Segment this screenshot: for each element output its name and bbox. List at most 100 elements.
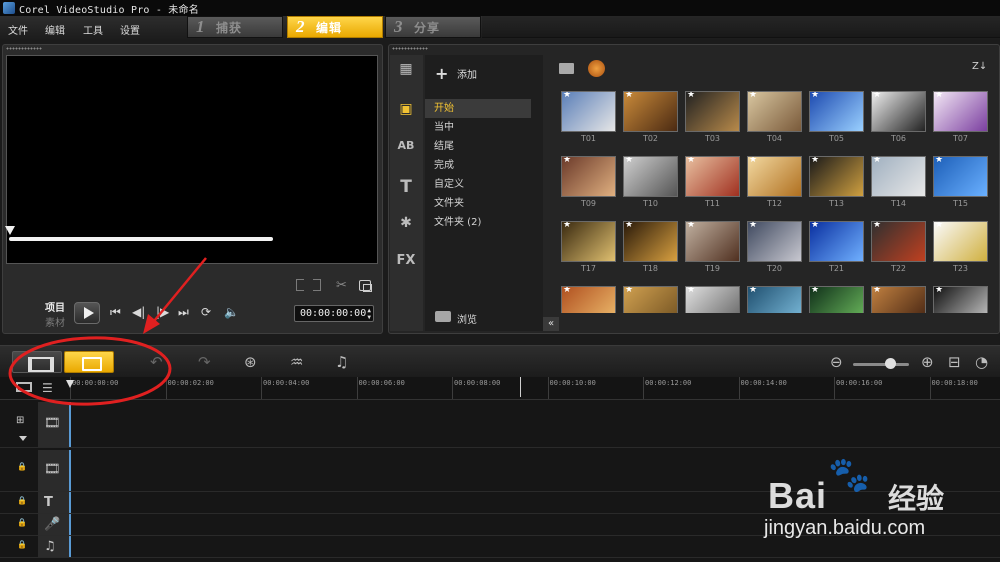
transition-thumbnail[interactable] <box>933 286 988 313</box>
folder-icon[interactable] <box>559 63 574 74</box>
timecode-field[interactable]: 00:00:00:00 ▲ ▼ <box>294 305 374 322</box>
auto-music-icon[interactable]: ♫ <box>335 353 348 371</box>
clip-mode-label[interactable]: 素材 <box>45 314 65 329</box>
scrubber-handle[interactable] <box>5 226 15 235</box>
previous-frame-icon[interactable]: ◀| <box>132 305 145 319</box>
enlarge-preview-icon[interactable] <box>359 280 372 292</box>
lock-icon[interactable]: 🔒 <box>17 496 27 505</box>
title-tab-icon[interactable]: AB <box>395 139 417 157</box>
transition-thumbnail[interactable] <box>933 91 988 132</box>
zoom-slider[interactable] <box>853 363 909 366</box>
category-item[interactable]: 文件夹 (2) <box>425 213 543 232</box>
category-item[interactable]: 结尾 <box>425 137 543 156</box>
record-capture-icon[interactable]: ⊛ <box>244 353 257 371</box>
go-to-start-icon[interactable]: ⏮ <box>110 305 121 320</box>
transition-thumbnail[interactable] <box>933 156 988 197</box>
mark-in-icon[interactable] <box>296 279 304 291</box>
ruler-position-marker[interactable] <box>66 380 74 388</box>
transition-thumbnail[interactable] <box>747 91 802 132</box>
project-mode-label[interactable]: 项目 <box>45 299 65 314</box>
browse-button[interactable]: 浏览 <box>425 305 543 329</box>
storyboard-view-button[interactable] <box>12 351 62 373</box>
media-tab-icon[interactable]: ▦ <box>395 61 417 79</box>
video-track[interactable]: 🎞 <box>0 402 1000 448</box>
transition-thumbnail[interactable] <box>561 221 616 262</box>
transition-thumbnail[interactable] <box>871 156 926 197</box>
transition-thumbnail[interactable] <box>623 156 678 197</box>
volume-icon[interactable]: 🔈 <box>224 305 239 319</box>
transition-thumbnail[interactable] <box>747 221 802 262</box>
scissors-icon[interactable]: ✂ <box>336 278 347 293</box>
category-item[interactable]: 当中 <box>425 118 543 137</box>
plus-icon[interactable]: + <box>435 64 448 83</box>
project-duration-icon[interactable]: ◔ <box>975 353 988 371</box>
transition-thumbnail[interactable] <box>871 91 926 132</box>
lock-icon[interactable]: 🔒 <box>17 462 27 471</box>
chevron-down-icon[interactable] <box>19 436 27 441</box>
transition-thumbnail[interactable] <box>685 286 740 313</box>
filter-tab-icon[interactable]: FX <box>395 253 417 271</box>
overlay-track-icon[interactable]: 🎞 <box>44 462 61 477</box>
timeline-view-button[interactable] <box>64 351 114 373</box>
transition-tab-icon[interactable]: ▣ <box>395 101 417 119</box>
chapter-list-icon[interactable]: ☰ <box>42 381 53 395</box>
transition-thumbnail[interactable] <box>623 91 678 132</box>
online-content-icon[interactable] <box>588 60 605 77</box>
mark-out-icon[interactable] <box>313 279 321 291</box>
transition-thumbnail[interactable] <box>871 286 926 313</box>
graphics-tab-icon[interactable]: ✱ <box>395 215 417 233</box>
transition-thumbnail[interactable] <box>871 221 926 262</box>
voice-track-icon[interactable]: 🎤 <box>44 517 60 532</box>
next-frame-icon[interactable]: |▶ <box>156 305 169 319</box>
timeline-ruler[interactable]: ☰ 00:00:00:00 00:00:02:00 00:00:04:00 00:00… <box>0 377 1000 400</box>
category-item[interactable]: 自定义 <box>425 175 543 194</box>
repeat-icon[interactable]: ⟳ <box>201 305 211 319</box>
transition-thumbnail[interactable] <box>747 156 802 197</box>
panel-grip[interactable] <box>392 47 428 50</box>
menu-tools[interactable]: 工具 <box>83 22 103 37</box>
transition-thumbnail[interactable] <box>561 91 616 132</box>
menu-settings[interactable]: 设置 <box>120 22 140 37</box>
panel-grip[interactable] <box>6 47 42 50</box>
step-tab-edit[interactable]: 2 编辑 <box>287 16 383 38</box>
show-all-tracks-icon[interactable]: ⊞ <box>16 415 24 426</box>
title-track-icon[interactable]: T <box>44 495 53 510</box>
go-to-end-icon[interactable]: ⏭ <box>178 305 189 320</box>
video-track-icon[interactable]: 🎞 <box>44 416 61 431</box>
transition-thumbnail[interactable] <box>623 221 678 262</box>
redo-icon[interactable]: ↷ <box>198 353 211 371</box>
transition-thumbnail[interactable] <box>809 221 864 262</box>
menu-edit[interactable]: 编辑 <box>45 22 65 37</box>
transition-thumbnail[interactable] <box>561 156 616 197</box>
transition-thumbnail[interactable] <box>685 221 740 262</box>
zoom-in-icon[interactable]: ⊕ <box>921 353 934 371</box>
lock-icon[interactable]: 🔒 <box>17 540 27 549</box>
scrubber-track[interactable] <box>9 237 273 241</box>
sound-mixer-icon[interactable]: ♒ <box>290 353 303 371</box>
transition-thumbnail[interactable] <box>685 156 740 197</box>
category-item[interactable]: 完成 <box>425 156 543 175</box>
add-button[interactable]: 添加 <box>457 66 477 81</box>
timecode-spinner-icon[interactable]: ▲ ▼ <box>367 307 371 321</box>
step-tab-capture[interactable]: 1 捕获 <box>187 16 283 38</box>
transition-thumbnail[interactable] <box>747 286 802 313</box>
zoom-out-icon[interactable]: ⊖ <box>830 353 843 371</box>
transition-thumbnail[interactable] <box>809 91 864 132</box>
transition-thumbnail[interactable] <box>809 156 864 197</box>
transition-thumbnail[interactable] <box>933 221 988 262</box>
category-item[interactable]: 开始 <box>425 99 531 118</box>
music-track-icon[interactable]: ♫ <box>44 539 56 554</box>
transition-thumbnail[interactable] <box>623 286 678 313</box>
step-tab-share[interactable]: 3 分享 <box>385 16 481 38</box>
category-item[interactable]: 文件夹 <box>425 194 543 213</box>
transition-thumbnail[interactable] <box>685 91 740 132</box>
lock-icon[interactable]: 🔒 <box>17 518 27 527</box>
zoom-slider-knob[interactable] <box>885 358 896 369</box>
menu-file[interactable]: 文件 <box>8 22 28 37</box>
collapse-library-icon[interactable]: « <box>543 317 559 331</box>
playhead[interactable] <box>520 377 521 397</box>
track-manager-icon[interactable] <box>16 382 32 392</box>
play-button[interactable] <box>74 302 100 324</box>
transition-thumbnail[interactable] <box>561 286 616 313</box>
fit-project-icon[interactable]: ⊟ <box>948 353 961 371</box>
